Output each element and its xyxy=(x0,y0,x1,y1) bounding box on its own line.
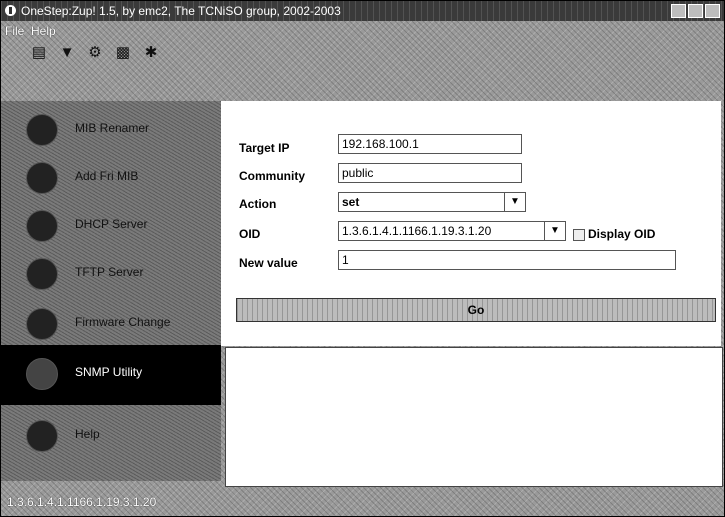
sidebar-item-label: Help xyxy=(75,427,100,441)
minimize-button[interactable] xyxy=(671,4,686,18)
action-label: Action xyxy=(239,197,277,211)
bug-icon[interactable]: ✱ xyxy=(143,44,159,62)
mib-icon xyxy=(26,162,58,194)
sidebar-item-label: SNMP Utility xyxy=(75,365,143,379)
oid-value: 1.3.6.1.4.1.1166.1.19.3.1.20 xyxy=(342,224,492,238)
toolbar: ▤ ▼ ⚙ ▩ ✱ xyxy=(1,41,724,67)
menu-file[interactable]: File xyxy=(5,21,24,41)
renamer-icon xyxy=(26,114,58,146)
tftp-server-icon xyxy=(26,258,58,290)
display-oid-checkbox[interactable] xyxy=(573,229,585,241)
close-button[interactable] xyxy=(705,4,720,18)
firmware-icon xyxy=(26,308,58,340)
target-ip-label: Target IP xyxy=(239,141,290,155)
maximize-button[interactable] xyxy=(688,4,703,18)
sidebar-item-label: MIB Renamer xyxy=(75,121,150,135)
go-button[interactable]: Go xyxy=(236,298,716,322)
sidebar-item-label: Firmware Change xyxy=(75,315,171,329)
status-text: 1.3.6.1.4.1.1166.1.19.3.1.20 xyxy=(7,495,157,509)
community-input[interactable] xyxy=(338,163,522,183)
menu-help[interactable]: Help xyxy=(31,21,56,41)
snmp-utility-icon xyxy=(26,358,58,390)
oid-select[interactable]: 1.3.6.1.4.1.1166.1.19.3.1.20 ▼ xyxy=(338,221,566,241)
sidebar: MIB Renamer Add Fri MIB DHCP Server TFTP… xyxy=(1,101,221,481)
action-select[interactable]: set ▼ xyxy=(338,192,526,212)
sidebar-item-label: TFTP Server xyxy=(75,265,144,279)
title-bar: OneStep:Zup! 1.5, by emc2, The TCNiSO gr… xyxy=(1,1,724,21)
document-icon[interactable]: ▤ xyxy=(31,44,47,62)
status-bar: 1.3.6.1.4.1.1166.1.19.3.1.20 xyxy=(1,488,724,516)
new-value-label: New value xyxy=(239,256,298,270)
sidebar-item-help[interactable]: Help xyxy=(1,407,221,465)
action-value: set xyxy=(342,195,360,209)
display-oid-label: Display OID xyxy=(588,227,656,241)
target-ip-input[interactable] xyxy=(338,134,522,154)
community-label: Community xyxy=(239,169,305,183)
tower-icon[interactable]: ▩ xyxy=(115,44,131,62)
gear-icon[interactable]: ⚙ xyxy=(87,44,103,62)
app-icon xyxy=(5,5,16,16)
output-area[interactable] xyxy=(225,347,723,487)
window-title: OneStep:Zup! 1.5, by emc2, The TCNiSO gr… xyxy=(21,4,341,18)
chevron-down-icon[interactable]: ▼ xyxy=(544,222,565,240)
help-icon xyxy=(26,420,58,452)
dhcp-server-icon xyxy=(26,210,58,242)
menu-bar: File Help xyxy=(1,21,724,41)
sidebar-item-snmp-utility[interactable]: SNMP Utility xyxy=(1,345,221,405)
chevron-down-icon[interactable]: ▼ xyxy=(504,193,525,211)
app-window: OneStep:Zup! 1.5, by emc2, The TCNiSO gr… xyxy=(0,0,725,517)
funnel-icon[interactable]: ▼ xyxy=(59,44,75,62)
new-value-input[interactable] xyxy=(338,250,676,270)
sidebar-item-label: DHCP Server xyxy=(75,217,148,231)
sidebar-item-label: Add Fri MIB xyxy=(75,169,139,183)
oid-label: OID xyxy=(239,227,261,241)
